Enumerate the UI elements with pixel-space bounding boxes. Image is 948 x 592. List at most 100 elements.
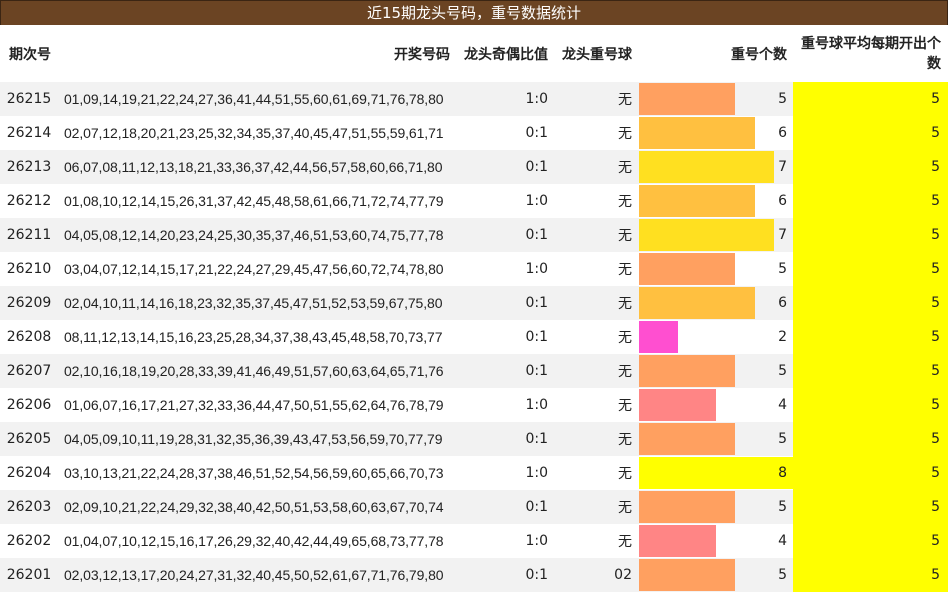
numbers-cell: 03,04,07,12,14,15,17,21,22,24,27,29,45,4… xyxy=(64,261,444,277)
repeat-ball-cell: 02 xyxy=(614,567,632,583)
repeat-count-cell: 5 xyxy=(778,91,787,107)
avg-value: 5 xyxy=(931,295,940,311)
repeat-count-cell: 7 xyxy=(778,159,787,175)
repeat-ball-cell: 无 xyxy=(618,160,632,176)
avg-cell: 5 xyxy=(793,320,948,354)
avg-cell: 5 xyxy=(793,490,948,524)
avg-cell: 5 xyxy=(793,252,948,286)
table-row: 26205 04,05,09,10,11,19,28,31,32,35,36,39… xyxy=(0,422,948,456)
issue-cell: 26201 xyxy=(6,567,52,583)
issue-cell: 26209 xyxy=(6,295,52,311)
table-row: 26215 01,09,14,19,21,22,24,27,36,41,44,51… xyxy=(0,82,948,116)
issue-cell: 26205 xyxy=(6,431,52,447)
numbers-cell: 08,11,12,13,14,15,16,23,25,28,34,37,38,4… xyxy=(64,329,443,345)
avg-value: 5 xyxy=(931,329,940,345)
stats-table: 近15期龙头号码，重号数据统计 期次号 开奖号码 龙头奇偶比值 龙头重号球 重号… xyxy=(0,0,948,592)
numbers-cell: 02,10,16,18,19,20,28,33,39,41,46,49,51,5… xyxy=(64,363,444,379)
repeat-ball-cell: 无 xyxy=(618,262,632,278)
avg-value: 5 xyxy=(931,159,940,175)
repeat-count-cell: 2 xyxy=(778,329,787,345)
repeat-count-cell: 5 xyxy=(778,431,787,447)
table-row: 26209 02,04,10,11,14,16,18,23,32,35,37,45… xyxy=(0,286,948,320)
numbers-cell: 02,03,12,13,17,20,24,27,31,32,40,45,50,5… xyxy=(64,567,444,583)
avg-cell: 5 xyxy=(793,82,948,116)
odd-even-cell: 1:0 xyxy=(525,193,548,209)
avg-cell: 5 xyxy=(793,422,948,456)
repeat-count-cell: 5 xyxy=(778,363,787,379)
repeat-count-cell: 6 xyxy=(778,125,787,141)
avg-value: 5 xyxy=(931,397,940,413)
avg-value: 5 xyxy=(931,261,940,277)
avg-cell: 5 xyxy=(793,524,948,558)
repeat-ball-cell: 无 xyxy=(618,466,632,482)
issue-cell: 26208 xyxy=(6,329,52,345)
repeat-ball-cell: 无 xyxy=(618,398,632,414)
issue-cell: 26207 xyxy=(6,363,52,379)
header-numbers: 开奖号码 xyxy=(394,46,450,63)
issue-cell: 26210 xyxy=(6,261,52,277)
odd-even-cell: 0:1 xyxy=(525,227,548,243)
issue-cell: 26202 xyxy=(6,533,52,549)
table-row: 26208 08,11,12,13,14,15,16,23,25,28,34,37… xyxy=(0,320,948,354)
avg-cell: 5 xyxy=(793,150,948,184)
table-header: 期次号 开奖号码 龙头奇偶比值 龙头重号球 重号个数 重号球平均每期开出个数 xyxy=(0,25,948,83)
odd-even-cell: 0:1 xyxy=(525,363,548,379)
repeat-ball-cell: 无 xyxy=(618,126,632,142)
table-row: 26211 04,05,08,12,14,20,23,24,25,30,35,37… xyxy=(0,218,948,252)
issue-cell: 26203 xyxy=(6,499,52,515)
avg-cell: 5 xyxy=(793,218,948,252)
table-row: 26207 02,10,16,18,19,20,28,33,39,41,46,49… xyxy=(0,354,948,388)
issue-cell: 26211 xyxy=(6,227,52,243)
avg-value: 5 xyxy=(931,567,940,583)
repeat-count-cell: 4 xyxy=(778,397,787,413)
avg-value: 5 xyxy=(931,499,940,515)
odd-even-cell: 0:1 xyxy=(525,431,548,447)
repeat-ball-cell: 无 xyxy=(618,534,632,550)
avg-value: 5 xyxy=(931,91,940,107)
repeat-count-cell: 5 xyxy=(778,567,787,583)
repeat-count-cell: 5 xyxy=(778,499,787,515)
numbers-cell: 02,09,10,21,22,24,29,32,38,40,42,50,51,5… xyxy=(64,499,444,515)
odd-even-cell: 1:0 xyxy=(525,465,548,481)
repeat-count-cell: 6 xyxy=(778,295,787,311)
header-avg: 重号球平均每期开出个数 xyxy=(801,35,941,72)
avg-value: 5 xyxy=(931,465,940,481)
numbers-cell: 06,07,08,11,12,13,18,21,33,36,37,42,44,5… xyxy=(64,159,443,175)
avg-cell: 5 xyxy=(793,456,948,490)
avg-value: 5 xyxy=(931,125,940,141)
avg-cell: 5 xyxy=(793,286,948,320)
odd-even-cell: 0:1 xyxy=(525,499,548,515)
issue-cell: 26214 xyxy=(6,125,52,141)
repeat-count-cell: 4 xyxy=(778,533,787,549)
table-row: 26201 02,03,12,13,17,20,24,27,31,32,40,45… xyxy=(0,558,948,592)
avg-value: 5 xyxy=(931,193,940,209)
numbers-cell: 02,04,10,11,14,16,18,23,32,35,37,45,47,5… xyxy=(64,295,443,311)
table-row: 26204 03,10,13,21,22,24,28,37,38,46,51,52… xyxy=(0,456,948,490)
avg-cell: 5 xyxy=(793,354,948,388)
table-row: 26202 01,04,07,10,12,15,16,17,26,29,32,40… xyxy=(0,524,948,558)
odd-even-cell: 0:1 xyxy=(525,159,548,175)
numbers-cell: 04,05,09,10,11,19,28,31,32,35,36,39,43,4… xyxy=(64,431,443,447)
numbers-cell: 03,10,13,21,22,24,28,37,38,46,51,52,54,5… xyxy=(64,465,444,481)
repeat-ball-cell: 无 xyxy=(618,228,632,244)
repeat-count-cell: 6 xyxy=(778,193,787,209)
odd-even-cell: 1:0 xyxy=(525,91,548,107)
issue-cell: 26212 xyxy=(6,193,52,209)
numbers-cell: 01,04,07,10,12,15,16,17,26,29,32,40,42,4… xyxy=(64,533,444,549)
odd-even-cell: 0:1 xyxy=(525,567,548,583)
header-repeat-count: 重号个数 xyxy=(731,46,787,63)
issue-cell: 26204 xyxy=(6,465,52,481)
issue-cell: 26213 xyxy=(6,159,52,175)
repeat-ball-cell: 无 xyxy=(618,364,632,380)
avg-cell: 5 xyxy=(793,558,948,592)
odd-even-cell: 0:1 xyxy=(525,295,548,311)
avg-value: 5 xyxy=(931,431,940,447)
odd-even-cell: 0:1 xyxy=(525,329,548,345)
header-odd-even: 龙头奇偶比值 xyxy=(464,46,548,63)
repeat-ball-cell: 无 xyxy=(618,296,632,312)
avg-value: 5 xyxy=(931,533,940,549)
repeat-count-cell: 7 xyxy=(778,227,787,243)
repeat-ball-cell: 无 xyxy=(618,500,632,516)
numbers-cell: 01,08,10,12,14,15,26,31,37,42,45,48,58,6… xyxy=(64,193,444,209)
avg-value: 5 xyxy=(931,227,940,243)
